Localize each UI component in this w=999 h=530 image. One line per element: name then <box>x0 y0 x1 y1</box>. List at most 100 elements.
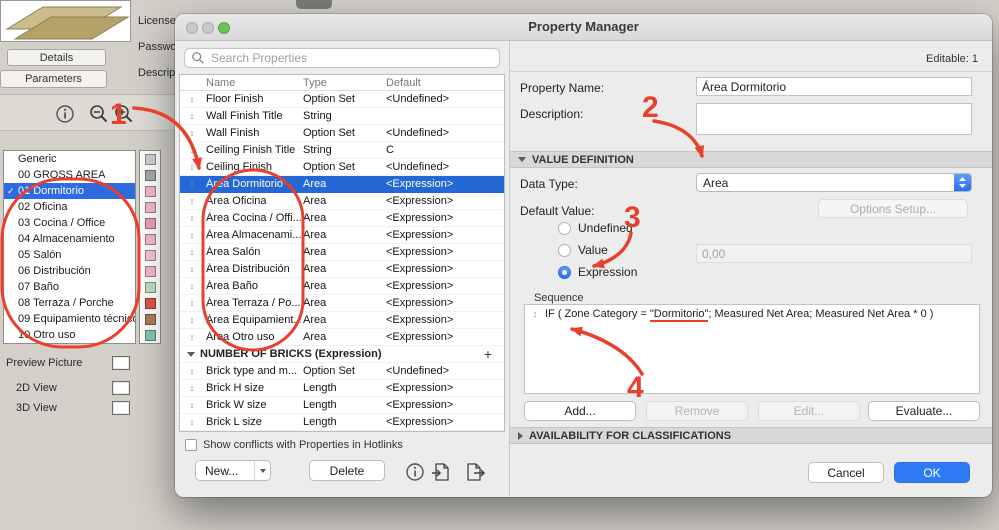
zone-color-swatch[interactable] <box>144 313 156 325</box>
zone-list-item[interactable]: 04 Almacenamiento <box>4 231 135 247</box>
zone-color-swatch[interactable] <box>144 329 156 341</box>
add-button[interactable]: Add... <box>524 401 636 421</box>
table-row[interactable]: ↕ Área Distribución Area <Expression> <box>180 261 504 278</box>
minimize-button[interactable] <box>202 22 214 34</box>
zone-list-item[interactable]: 09 Equipamiento técnico <box>4 311 135 327</box>
reorder-icon[interactable]: ↕ <box>180 196 204 206</box>
column-header-type[interactable]: Type <box>301 77 384 89</box>
table-row[interactable]: ↕ Área Equipamient... Area <Expression> <box>180 312 504 329</box>
table-row[interactable]: ↕ Área Dormitorio Area <Expression> <box>180 176 504 193</box>
reorder-icon[interactable]: ↕ <box>180 179 204 189</box>
zoom-button[interactable] <box>218 22 230 34</box>
zoom-in-icon[interactable] <box>113 103 135 125</box>
table-row[interactable]: ↕ Área Terraza / Po... Area <Expression> <box>180 295 504 312</box>
reorder-icon[interactable]: ↕ <box>180 315 204 325</box>
table-row[interactable]: ↕ Área Almacenami... Area <Expression> <box>180 227 504 244</box>
reorder-icon[interactable]: ↕ <box>180 400 204 410</box>
table-row[interactable]: ↕ Wall Finish Title String <box>180 108 504 125</box>
property-name-input[interactable] <box>696 77 972 96</box>
zoom-out-icon[interactable] <box>88 103 110 125</box>
zone-list-item[interactable]: 02 Oficina <box>4 199 135 215</box>
preview-picture-button[interactable] <box>112 356 130 370</box>
reorder-icon[interactable]: ↕ <box>530 309 540 319</box>
zone-list-item[interactable]: Generic <box>4 151 135 167</box>
zone-color-swatch[interactable] <box>144 217 156 229</box>
reorder-icon[interactable]: ↕ <box>180 298 204 308</box>
reorder-icon[interactable]: ↕ <box>180 332 204 342</box>
details-button[interactable]: Details <box>7 49 106 66</box>
expression-row[interactable]: ↕ IF ( Zone Category = "Dormitorio"; Mea… <box>525 305 979 323</box>
zone-color-swatch[interactable] <box>144 185 156 197</box>
description-input[interactable] <box>696 103 972 135</box>
table-row[interactable]: ↕ Brick L size Length <Expression> <box>180 414 504 431</box>
zone-list-item[interactable]: 03 Cocina / Office <box>4 215 135 231</box>
zone-list-item[interactable]: 00 GROSS AREA <box>4 167 135 183</box>
table-row[interactable]: ↕ Brick type and m... Option Set <Undefi… <box>180 363 504 380</box>
zone-list-item[interactable]: 07 Baño <box>4 279 135 295</box>
reorder-icon[interactable]: ↕ <box>180 264 204 274</box>
reorder-icon[interactable]: ↕ <box>180 145 204 155</box>
reorder-icon[interactable]: ↕ <box>180 230 204 240</box>
zone-color-swatch[interactable] <box>144 153 156 165</box>
evaluate-button[interactable]: Evaluate... <box>868 401 980 421</box>
table-row[interactable]: ↕ Área Cocina / Offi... Area <Expression… <box>180 210 504 227</box>
zone-list-item[interactable]: 06 Distribución <box>4 263 135 279</box>
undefined-radio[interactable] <box>558 222 571 235</box>
zone-list-item[interactable]: 08 Terraza / Porche <box>4 295 135 311</box>
reorder-icon[interactable]: ↕ <box>180 162 204 172</box>
table-row[interactable]: ↕ Brick W size Length <Expression> <box>180 397 504 414</box>
table-row[interactable]: ↕ Área Oficina Area <Expression> <box>180 193 504 210</box>
table-row[interactable]: ↕ Área Otro uso Area <Expression> <box>180 329 504 346</box>
search-input[interactable] <box>205 49 499 67</box>
delete-button[interactable]: Delete <box>309 460 385 481</box>
data-type-dropdown[interactable]: Area <box>696 173 972 192</box>
expression-radio[interactable] <box>558 266 571 279</box>
import-properties-icon[interactable] <box>430 461 452 483</box>
table-row[interactable]: ↕ Floor Finish Option Set <Undefined> <box>180 91 504 108</box>
value-definition-section[interactable]: VALUE DEFINITION <box>510 151 992 168</box>
info-icon[interactable] <box>404 461 426 483</box>
new-button[interactable]: New... <box>195 460 271 481</box>
zone-color-swatch[interactable] <box>144 297 156 309</box>
table-row[interactable]: ↕ Ceiling Finish Option Set <Undefined> <box>180 159 504 176</box>
2d-view-button[interactable] <box>112 381 130 395</box>
zone-color-swatch[interactable] <box>144 265 156 277</box>
new-button-menu[interactable] <box>254 461 270 480</box>
info-icon[interactable] <box>54 103 76 125</box>
close-button[interactable] <box>186 22 198 34</box>
zone-color-swatch[interactable] <box>144 249 156 261</box>
table-row[interactable]: ↕ Brick H size Length <Expression> <box>180 380 504 397</box>
table-row[interactable]: ↕ Ceiling Finish Title String C <box>180 142 504 159</box>
reorder-icon[interactable]: ↕ <box>180 417 204 427</box>
reorder-icon[interactable]: ↕ <box>180 281 204 291</box>
column-header-default[interactable]: Default <box>384 77 504 89</box>
zone-list-item[interactable]: ✓ 01 Dormitorio <box>4 183 135 199</box>
zone-list-item[interactable]: 05 Salón <box>4 247 135 263</box>
property-group-header[interactable]: NUMBER OF BRICKS (Expression) + <box>180 346 504 363</box>
3d-view-button[interactable] <box>112 401 130 415</box>
value-radio[interactable] <box>558 244 571 257</box>
parameters-button[interactable]: Parameters <box>0 70 107 88</box>
reorder-icon[interactable]: ↕ <box>180 213 204 223</box>
zone-color-swatch[interactable] <box>144 201 156 213</box>
add-property-in-group-icon[interactable]: + <box>484 347 492 361</box>
zone-color-swatch[interactable] <box>144 281 156 293</box>
table-row[interactable]: ↕ Área Salón Area <Expression> <box>180 244 504 261</box>
availability-section[interactable]: AVAILABILITY FOR CLASSIFICATIONS <box>510 427 992 444</box>
cancel-button[interactable]: Cancel <box>808 462 884 483</box>
reorder-icon[interactable]: ↕ <box>180 111 204 121</box>
zone-color-swatch[interactable] <box>144 233 156 245</box>
ok-button[interactable]: OK <box>894 462 970 483</box>
table-row[interactable]: ↕ Wall Finish Option Set <Undefined> <box>180 125 504 142</box>
reorder-icon[interactable]: ↕ <box>180 366 204 376</box>
reorder-icon[interactable]: ↕ <box>180 128 204 138</box>
export-properties-icon[interactable] <box>464 461 486 483</box>
zone-list-item[interactable]: 10 Otro uso <box>4 327 135 343</box>
reorder-icon[interactable]: ↕ <box>180 383 204 393</box>
zone-color-swatch[interactable] <box>144 169 156 181</box>
reorder-icon[interactable]: ↕ <box>180 247 204 257</box>
reorder-icon[interactable]: ↕ <box>180 94 204 104</box>
table-row[interactable]: ↕ Área Baño Area <Expression> <box>180 278 504 295</box>
column-header-name[interactable]: Name <box>204 77 301 89</box>
show-conflicts-checkbox[interactable] <box>185 439 197 451</box>
